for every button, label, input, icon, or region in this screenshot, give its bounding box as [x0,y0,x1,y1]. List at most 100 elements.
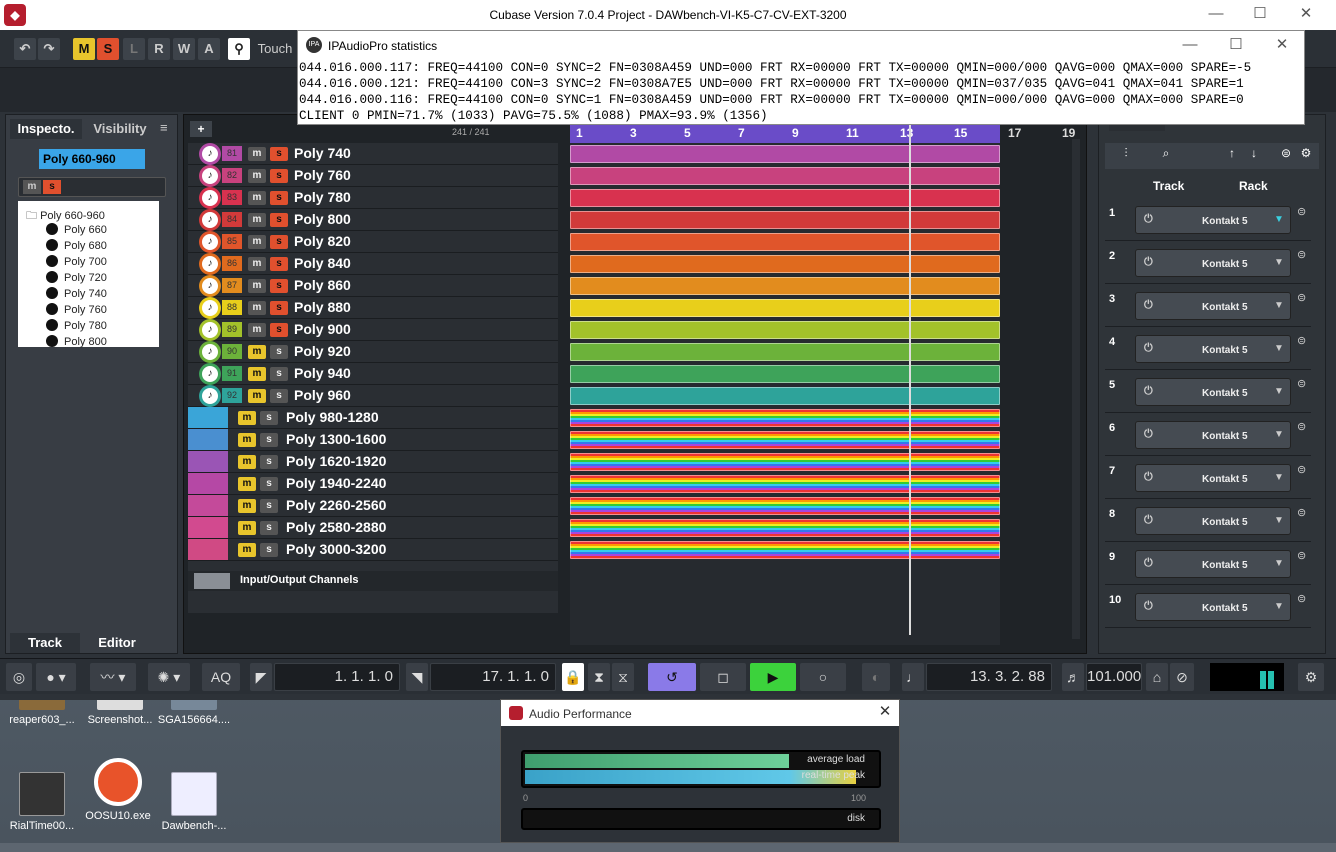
desktop-icon-rialtime[interactable]: RialTime00... [4,772,80,852]
metronome-icon[interactable]: ◐ [862,663,890,691]
search-icon[interactable]: ⌕ [1155,146,1177,164]
instrument-slot[interactable]: ⏻ Kontakt 5 ▼ [1135,593,1291,621]
mute-button[interactable]: m [248,257,266,271]
solo-button[interactable]: s [270,147,288,161]
midi-part[interactable] [570,321,1000,339]
chevron-down-icon[interactable]: ▼ [1274,429,1284,440]
ruler[interactable]: 1 3 5 7 9 11 13 15 17 19 [570,123,1075,143]
col-rack[interactable]: Rack [1239,179,1268,193]
right-locator-icon[interactable]: ◥ [406,663,428,691]
folder-part[interactable] [570,409,1000,427]
performance-icon[interactable]: ◎ [6,663,32,691]
track-row[interactable]: ♪ 91 m s Poly 940 [188,363,558,385]
desktop-icon-dawbench[interactable]: Dawbench-... [156,772,232,852]
chevron-down-icon[interactable]: ▼ [1274,300,1284,311]
midi-part[interactable] [570,343,1000,361]
mute-button[interactable]: m [238,477,256,491]
automation-a-button[interactable]: A [198,38,220,60]
inspector-solo-button[interactable]: s [43,180,61,194]
track-row[interactable]: ♪ 85 m s Poly 820 [188,231,558,253]
power-icon[interactable]: ⏻ [1144,471,1153,484]
inspector-tree-item[interactable]: Poly 660 [46,223,107,236]
mute-button[interactable]: m [248,213,266,227]
tab-visibility[interactable]: Visibility [86,119,154,139]
solo-button[interactable]: s [270,213,288,227]
midi-part[interactable] [570,167,1000,185]
desktop-icon-reaper[interactable]: reaper603_... [4,694,80,774]
instrument-slot[interactable]: ⏻ Kontakt 5 ▼ [1135,378,1291,406]
ipaudio-minimize-button[interactable]: — [1180,35,1200,55]
mute-button[interactable]: m [248,169,266,183]
mute-button[interactable]: m [248,235,266,249]
track-row[interactable]: ♪ 86 m s Poly 840 [188,253,558,275]
track-row[interactable]: ♪ 84 m s Poly 800 [188,209,558,231]
mute-button[interactable]: m [238,455,256,469]
solo-button[interactable]: s [260,543,278,557]
left-locator-display[interactable]: 1. 1. 1. 0 [274,663,400,691]
solo-button[interactable]: s [260,521,278,535]
chevron-down-icon[interactable]: ▼ [1274,558,1284,569]
folder-track-row[interactable]: m s Poly 1300-1600 [188,429,558,451]
listen-button[interactable]: L [123,38,145,60]
solo-button[interactable]: s [260,433,278,447]
lock-icon[interactable]: 🔒 [562,663,584,691]
automation-mode-select[interactable]: Touch [252,38,298,60]
inspector-tree-item[interactable]: Poly 680 [46,239,107,252]
add-track-button[interactable]: + [190,121,212,137]
chevron-down-icon[interactable]: ▼ [1274,257,1284,268]
minimize-button[interactable]: — [1206,4,1226,24]
folder-part[interactable] [570,431,1000,449]
slot-settings-icon[interactable]: ⊜ [1297,463,1306,476]
play-button[interactable]: ▶ [750,663,796,691]
tab-editor[interactable]: Editor [82,633,152,653]
slot-settings-icon[interactable]: ⊜ [1297,506,1306,519]
mute-button[interactable]: m [238,521,256,535]
slot-settings-icon[interactable]: ⊜ [1297,291,1306,304]
solo-button[interactable]: s [270,367,288,381]
folder-track-row[interactable]: m s Poly 1940-2240 [188,473,558,495]
mute-button[interactable]: m [238,411,256,425]
menu-icon[interactable]: ≡ [160,120,174,135]
mute-button[interactable]: m [248,279,266,293]
midi-part[interactable] [570,255,1000,273]
chevron-down-icon[interactable]: ▼ [1274,601,1284,612]
project-cursor[interactable] [909,123,911,635]
folder-part[interactable] [570,453,1000,471]
solo-button[interactable]: s [270,235,288,249]
mute-button[interactable]: m [248,301,266,315]
track-row[interactable]: ♪ 81 m s Poly 740 [188,143,558,165]
midi-part[interactable] [570,277,1000,295]
inspector-tree-item[interactable]: Poly 700 [46,255,107,268]
solo-button[interactable]: s [270,279,288,293]
mute-button[interactable]: m [238,499,256,513]
mute-button[interactable]: m [248,191,266,205]
global-solo-button[interactable]: S [97,38,119,60]
power-icon[interactable]: ⏻ [1144,256,1153,269]
record-button[interactable]: ○ [800,663,846,691]
global-mute-button[interactable]: M [73,38,95,60]
vertical-scrollbar[interactable] [1072,139,1080,639]
tab-track[interactable]: Track [10,633,80,653]
power-icon[interactable]: ⏻ [1144,600,1153,613]
slot-settings-icon[interactable]: ⊜ [1297,205,1306,218]
instrument-slot[interactable]: ⏻ Kontakt 5 ▼ [1135,464,1291,492]
instrument-slot[interactable]: ⏻ Kontakt 5 ▼ [1135,249,1291,277]
instrument-slot[interactable]: ⏻ Kontakt 5 ▼ [1135,335,1291,363]
folder-part[interactable] [570,519,1000,537]
midi-part[interactable] [570,145,1000,163]
solo-button[interactable]: s [260,411,278,425]
audio-performance-close-button[interactable]: ✕ [875,702,895,722]
desktop-icon-sga[interactable]: SGA156664.... [156,694,232,774]
inspector-track-name[interactable]: Poly 660-960 [39,149,145,169]
folder-part[interactable] [570,475,1000,493]
chevron-down-icon[interactable]: ▼ [1274,386,1284,397]
maximize-button[interactable]: ☐ [1250,4,1270,24]
slot-settings-icon[interactable]: ⊜ [1297,248,1306,261]
punch-in-icon[interactable]: ⧗ [588,663,610,691]
left-locator-icon[interactable]: ◤ [250,663,272,691]
track-row[interactable]: ♪ 89 m s Poly 900 [188,319,558,341]
inspector-tree-item[interactable]: Poly 760 [46,303,107,316]
inspector-mute-button[interactable]: m [23,180,41,194]
solo-button[interactable]: s [270,301,288,315]
audio-wave-select[interactable]: 〰 ▾ [90,663,136,691]
